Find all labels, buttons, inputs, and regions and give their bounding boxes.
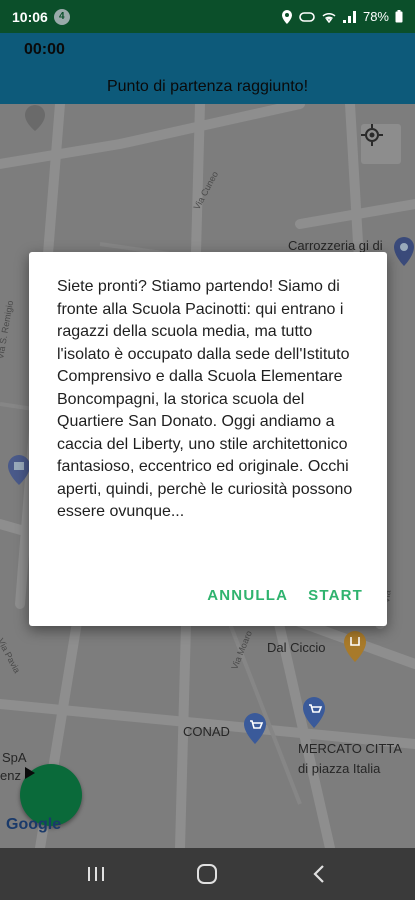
wifi-icon xyxy=(322,12,336,23)
home-icon xyxy=(197,864,218,884)
dialog-message: Siete pronti? Stiamo partendo! Siamo di … xyxy=(57,278,353,520)
my-location-icon xyxy=(361,124,383,146)
status-banner: Punto di partenza raggiunto! xyxy=(106,78,309,95)
recents-icon xyxy=(87,867,104,881)
status-time: 10:06 xyxy=(12,8,48,25)
app-header: 00:00 Punto di partenza raggiunto! xyxy=(0,33,415,104)
map-label-mercato-1: MERCATO CITTA xyxy=(298,741,402,756)
notification-badge: 4 xyxy=(53,8,70,25)
back-button[interactable] xyxy=(299,854,339,894)
map-label-conad: CONAD xyxy=(183,724,230,739)
play-icon xyxy=(25,767,35,779)
battery-icon xyxy=(395,10,403,23)
elapsed-timer: 00:00 xyxy=(24,41,65,58)
map-label-carrozzeria: Carrozzeria gi di xyxy=(288,238,383,253)
map-label-spa-2: enz xyxy=(0,768,21,783)
google-logo: Google xyxy=(6,816,62,833)
home-button[interactable] xyxy=(187,854,227,894)
shopping-cart-pin-icon xyxy=(244,713,266,744)
back-icon xyxy=(313,865,324,883)
map-label-mercato-2: di piazza Italia xyxy=(298,761,381,776)
status-bar: 10:06 4 78% xyxy=(0,0,415,33)
status-icons: 78% xyxy=(281,9,403,24)
battery-percent: 78% xyxy=(362,9,389,24)
signal-icon xyxy=(342,10,356,23)
location-pin-icon xyxy=(25,105,45,131)
location-status-icon xyxy=(281,9,292,24)
recents-button[interactable] xyxy=(76,854,116,894)
cancel-button[interactable]: ANNULLA xyxy=(207,587,288,604)
map-label-spa-1: SpA xyxy=(2,750,27,765)
market-pin-icon xyxy=(303,697,325,728)
map-label-dal-ciccio: Dal Ciccio xyxy=(267,640,326,655)
my-location-button[interactable] xyxy=(361,124,401,164)
pin-right-icon xyxy=(394,237,414,266)
restaurant-pin-icon xyxy=(344,631,366,662)
dialog-actions: ANNULLA START xyxy=(207,587,363,604)
gamepad-status-icon xyxy=(299,11,315,22)
system-nav-bar xyxy=(0,848,415,900)
start-dialog: Siete pronti? Stiamo partendo! Siamo di … xyxy=(29,252,387,626)
start-button[interactable]: START xyxy=(308,587,363,604)
